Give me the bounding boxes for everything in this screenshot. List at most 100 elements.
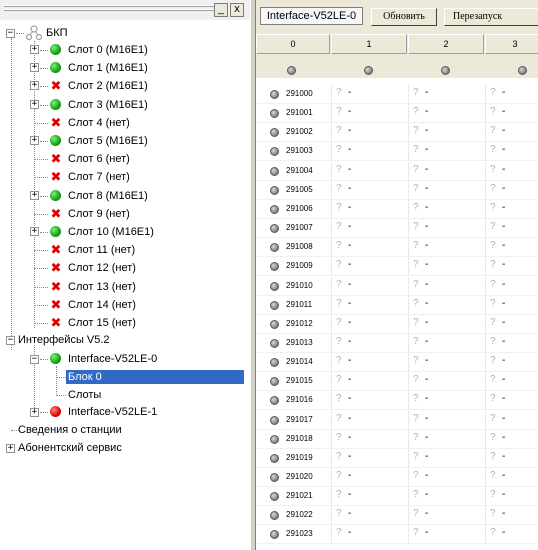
table-cell[interactable]: ? -	[485, 525, 538, 545]
table-cell[interactable]: ? -	[331, 333, 408, 353]
restart-button[interactable]: Перезапуск	[444, 8, 538, 26]
table-cell[interactable]: ? -	[485, 219, 538, 239]
row-header[interactable]: 291019	[256, 448, 330, 468]
table-cell[interactable]: ? -	[408, 85, 485, 104]
column-status-icon[interactable]	[441, 66, 450, 75]
table-cell[interactable]: ? -	[331, 429, 408, 449]
table-cell[interactable]: ? -	[485, 314, 538, 334]
expand-toggle[interactable]: +	[30, 227, 39, 236]
table-cell[interactable]: ? -	[408, 333, 485, 353]
row-header[interactable]: 291020	[256, 468, 330, 487]
table-cell[interactable]: ? -	[485, 295, 538, 315]
table-cell[interactable]: ? -	[408, 487, 485, 507]
table-cell[interactable]: ? -	[408, 525, 485, 545]
table-cell[interactable]: ? -	[408, 142, 485, 162]
row-header[interactable]: 291002	[256, 123, 330, 143]
table-cell[interactable]: ? -	[331, 468, 408, 487]
column-status-icon[interactable]	[364, 66, 373, 75]
refresh-button[interactable]: Обновить	[371, 8, 437, 26]
table-cell[interactable]: ? -	[485, 506, 538, 526]
row-header[interactable]: 291005	[256, 180, 330, 200]
table-cell[interactable]: ? -	[485, 161, 538, 181]
expand-toggle[interactable]: +	[30, 63, 39, 73]
table-cell[interactable]: ? -	[331, 123, 408, 143]
row-header[interactable]: 291003	[256, 142, 330, 162]
table-cell[interactable]: ? -	[331, 257, 408, 277]
table-cell[interactable]: ? -	[485, 85, 538, 104]
table-cell[interactable]: ? -	[408, 238, 485, 258]
table-cell[interactable]: ? -	[331, 391, 408, 411]
expand-toggle[interactable]: +	[30, 81, 39, 91]
table-cell[interactable]: ? -	[485, 448, 538, 468]
row-header[interactable]: 291000	[256, 85, 330, 104]
expand-toggle[interactable]: +	[30, 99, 39, 109]
row-header[interactable]: 291017	[256, 410, 330, 430]
table-cell[interactable]: ? -	[331, 238, 408, 258]
table-cell[interactable]: ? -	[408, 257, 485, 277]
table-cell[interactable]: ? -	[408, 391, 485, 411]
table-cell[interactable]: ? -	[331, 180, 408, 200]
table-cell[interactable]: ? -	[408, 276, 485, 296]
row-header[interactable]: 291022	[256, 506, 330, 526]
table-cell[interactable]: ? -	[331, 161, 408, 181]
table-cell[interactable]: ? -	[485, 238, 538, 258]
table-cell[interactable]: ? -	[485, 487, 538, 507]
expand-toggle[interactable]: +	[6, 444, 15, 453]
table-cell[interactable]: ? -	[331, 525, 408, 545]
table-cell[interactable]: ? -	[408, 448, 485, 468]
table-cell[interactable]: ? -	[408, 219, 485, 239]
collapse-toggle[interactable]: −	[6, 336, 15, 345]
table-cell[interactable]: ? -	[331, 104, 408, 124]
row-header[interactable]: 291015	[256, 372, 330, 392]
row-header[interactable]: 291006	[256, 199, 330, 219]
table-cell[interactable]: ? -	[408, 372, 485, 392]
table-cell[interactable]: ? -	[485, 257, 538, 277]
table-cell[interactable]: ? -	[485, 142, 538, 162]
table-cell[interactable]: ? -	[408, 353, 485, 373]
table-cell[interactable]: ? -	[408, 410, 485, 430]
table-cell[interactable]: ? -	[408, 468, 485, 487]
row-header[interactable]: 291014	[256, 353, 330, 373]
table-cell[interactable]: ? -	[331, 410, 408, 430]
row-header[interactable]: 291021	[256, 487, 330, 507]
table-cell[interactable]: ? -	[485, 391, 538, 411]
column-status-icon[interactable]	[287, 66, 296, 75]
table-cell[interactable]: ? -	[408, 314, 485, 334]
table-cell[interactable]: ? -	[331, 353, 408, 373]
table-cell[interactable]: ? -	[485, 333, 538, 353]
table-cell[interactable]: ? -	[485, 353, 538, 373]
table-cell[interactable]: ? -	[485, 410, 538, 430]
table-cell[interactable]: ? -	[485, 180, 538, 200]
table-cell[interactable]: ? -	[485, 104, 538, 124]
expand-toggle[interactable]: +	[30, 408, 39, 417]
table-cell[interactable]: ? -	[408, 199, 485, 219]
row-header[interactable]: 291023	[256, 525, 330, 545]
table-cell[interactable]: ? -	[331, 487, 408, 507]
table-cell[interactable]: ? -	[331, 85, 408, 104]
close-button[interactable]: x	[230, 3, 244, 17]
row-header[interactable]: 291013	[256, 333, 330, 353]
expand-toggle[interactable]: +	[30, 190, 39, 200]
table-cell[interactable]: ? -	[408, 506, 485, 526]
collapse-toggle[interactable]: −	[6, 29, 15, 38]
table-cell[interactable]: ? -	[331, 295, 408, 315]
table-cell[interactable]: ? -	[485, 468, 538, 487]
table-cell[interactable]: ? -	[485, 199, 538, 219]
table-cell[interactable]: ? -	[331, 219, 408, 239]
row-header[interactable]: 291009	[256, 257, 330, 277]
table-cell[interactable]: ? -	[485, 429, 538, 449]
table-cell[interactable]: ? -	[485, 276, 538, 296]
row-header[interactable]: 291004	[256, 161, 330, 181]
table-cell[interactable]: ? -	[408, 429, 485, 449]
table-cell[interactable]: ? -	[331, 142, 408, 162]
table-cell[interactable]: ? -	[331, 506, 408, 526]
table-cell[interactable]: ? -	[331, 314, 408, 334]
row-header[interactable]: 291007	[256, 219, 330, 239]
table-cell[interactable]: ? -	[408, 161, 485, 181]
row-header[interactable]: 291001	[256, 104, 330, 124]
column-status-icon[interactable]	[518, 66, 527, 75]
table-cell[interactable]: ? -	[331, 372, 408, 392]
table-cell[interactable]: ? -	[485, 372, 538, 392]
table-cell[interactable]: ? -	[408, 180, 485, 200]
row-header[interactable]: 291008	[256, 238, 330, 258]
